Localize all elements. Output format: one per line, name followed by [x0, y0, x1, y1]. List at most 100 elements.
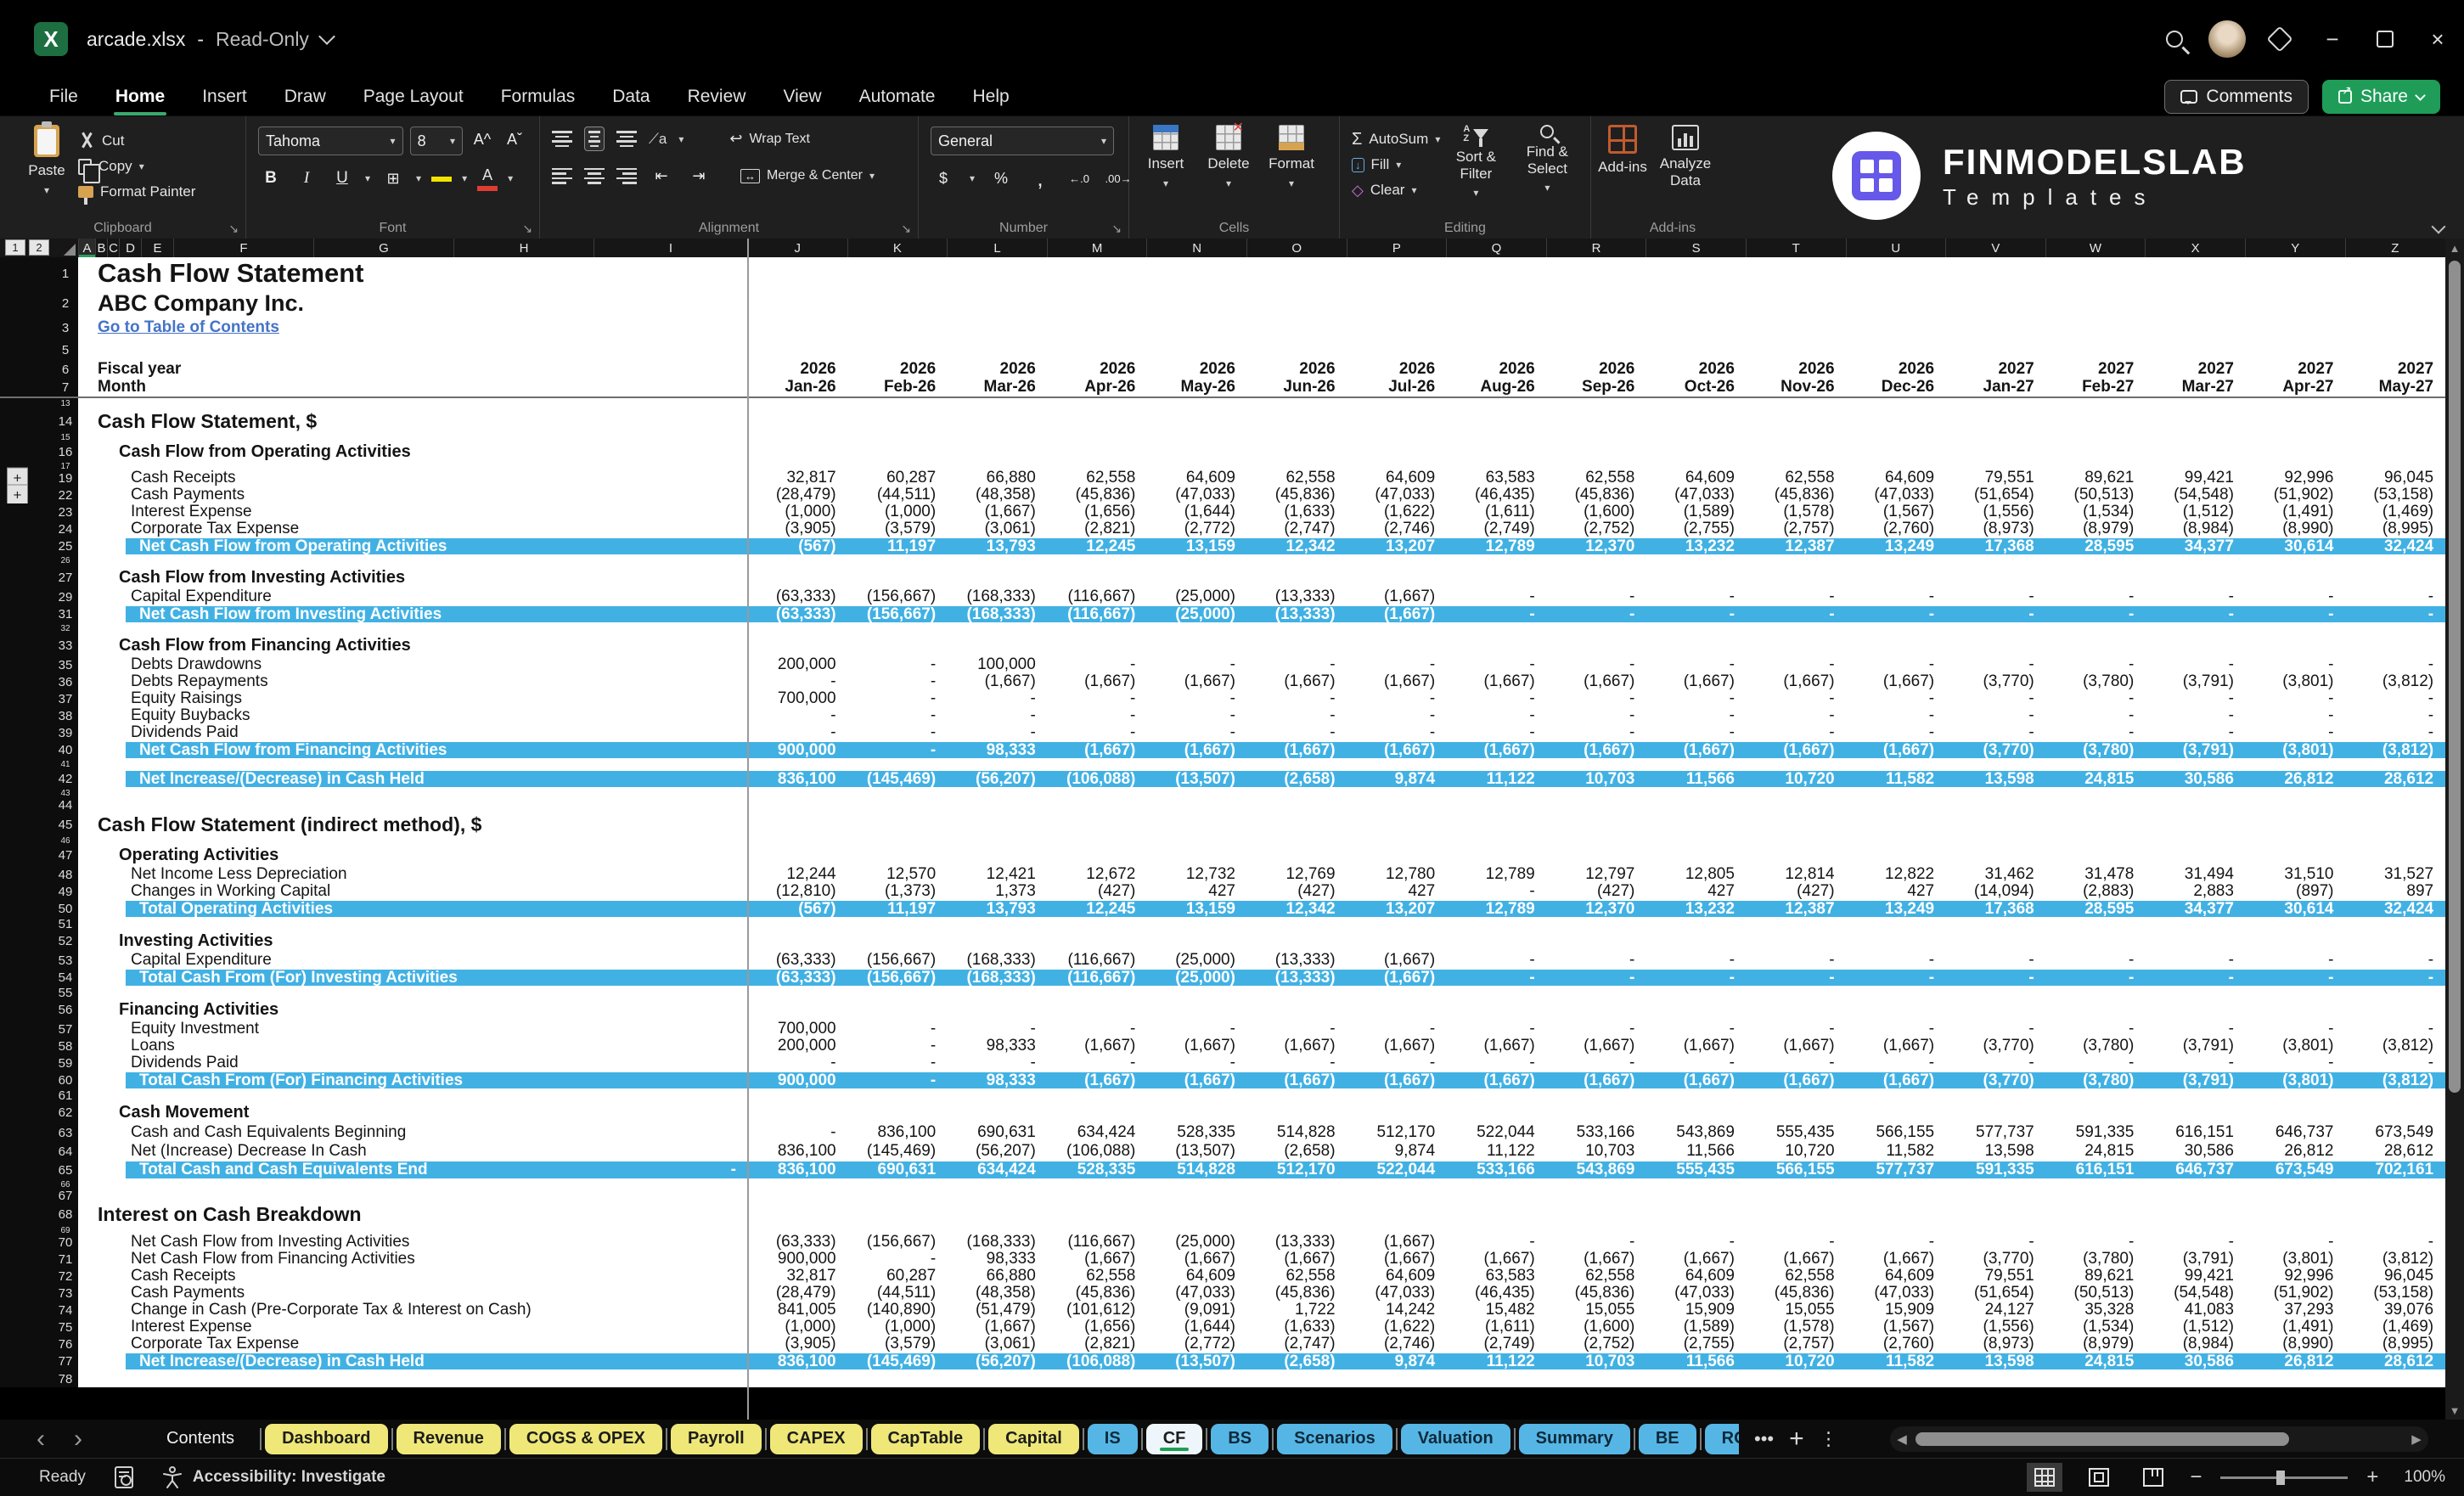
cell-T75[interactable]: (1,578) — [1746, 1319, 1846, 1336]
column-headers[interactable]: 12 ABCDEFGHIJKLMNOPQRSTUVWXYZ — [0, 239, 2445, 257]
cell-S77[interactable]: 11,566 — [1645, 1353, 1746, 1370]
cell-Y29[interactable]: - — [2245, 588, 2345, 605]
cell-S39[interactable]: - — [1645, 724, 1746, 741]
sheet-tab-cogs-opex[interactable]: COGS & OPEX — [509, 1424, 662, 1454]
wrap-text-button[interactable]: ↩ Wrap Text — [729, 130, 810, 148]
cell-J58[interactable]: 200,000 — [747, 1038, 847, 1055]
cell-X29[interactable]: - — [2145, 588, 2245, 605]
cell-S6[interactable]: 2026 — [1645, 361, 1746, 378]
cell-M31[interactable]: (116,667) — [1047, 605, 1147, 623]
cell-M76[interactable]: (2,821) — [1047, 1336, 1147, 1353]
page-break-view-button[interactable] — [2135, 1463, 2171, 1492]
cell-O65[interactable]: 512,170 — [1246, 1161, 1347, 1179]
cell-M37[interactable]: - — [1047, 690, 1147, 707]
cell-Z25[interactable]: 32,424 — [2345, 537, 2445, 555]
cell-P37[interactable]: - — [1347, 690, 1447, 707]
cell-J71[interactable]: 900,000 — [747, 1251, 847, 1268]
cell-K24[interactable]: (3,579) — [847, 520, 948, 537]
cell-S64[interactable]: 11,566 — [1645, 1142, 1746, 1161]
cell-J23[interactable]: (1,000) — [747, 503, 847, 520]
cell-L58[interactable]: 98,333 — [947, 1038, 1047, 1055]
cell-O40[interactable]: (1,667) — [1246, 741, 1347, 759]
cell-R65[interactable]: 543,869 — [1546, 1161, 1646, 1179]
cell-U53[interactable]: - — [1846, 952, 1946, 969]
cell-J50[interactable]: (567) — [747, 900, 847, 918]
cell-U38[interactable]: - — [1846, 707, 1946, 724]
tab-scroll-left-icon[interactable]: ‹ — [22, 1425, 59, 1454]
cell-J22[interactable]: (28,479) — [747, 486, 847, 503]
outline-level-button-2[interactable]: 2 — [29, 239, 49, 256]
cell-P57[interactable]: - — [1347, 1021, 1447, 1038]
cell-S76[interactable]: (2,755) — [1645, 1336, 1746, 1353]
cell-X75[interactable]: (1,512) — [2145, 1319, 2245, 1336]
cell-J19[interactable]: 32,817 — [747, 470, 847, 486]
column-header-N[interactable]: N — [1146, 239, 1246, 257]
row-number-70[interactable]: 70 — [53, 1234, 78, 1251]
sheet-row-78[interactable]: 78 — [0, 1370, 2445, 1387]
cell-W36[interactable]: (3,780) — [2045, 673, 2146, 690]
cell-Z38[interactable]: - — [2345, 707, 2445, 724]
cell-Z77[interactable]: 28,612 — [2345, 1353, 2445, 1370]
cell-K63[interactable]: 836,100 — [847, 1123, 948, 1142]
row-number-47[interactable]: 47 — [53, 844, 78, 866]
cell-R48[interactable]: 12,797 — [1546, 866, 1646, 883]
accessibility-status[interactable]: Accessibility: Investigate — [162, 1466, 385, 1488]
cell-M7[interactable]: Apr-26 — [1047, 378, 1147, 396]
sheet-row-48[interactable]: 48Net Income Less Depreciation12,24412,5… — [0, 866, 2445, 883]
sheet-row-31[interactable]: 31Net Cash Flow from Investing Activitie… — [0, 605, 2445, 623]
sheet-row-50[interactable]: 50Total Operating Activities(567)11,1971… — [0, 900, 2445, 918]
cell-T48[interactable]: 12,814 — [1746, 866, 1846, 883]
cell-T24[interactable]: (2,757) — [1746, 520, 1846, 537]
cell-Q60[interactable]: (1,667) — [1446, 1071, 1546, 1089]
sheet-row-74[interactable]: 74Change in Cash (Pre-Corporate Tax & In… — [0, 1302, 2445, 1319]
row-number-15[interactable]: 15 — [53, 434, 78, 441]
cell-P7[interactable]: Jul-26 — [1347, 378, 1447, 396]
cell-J35[interactable]: 200,000 — [747, 656, 847, 673]
cell-S57[interactable]: - — [1645, 1021, 1746, 1038]
sheet-row-51[interactable]: 51 — [0, 918, 2445, 930]
cell-U35[interactable]: - — [1846, 656, 1946, 673]
cell-R75[interactable]: (1,600) — [1546, 1319, 1646, 1336]
scroll-right-icon[interactable]: ▶ — [2405, 1431, 2428, 1447]
cell-N7[interactable]: May-26 — [1146, 378, 1246, 396]
cell-V75[interactable]: (1,556) — [1945, 1319, 2045, 1336]
cell-R19[interactable]: 62,558 — [1546, 470, 1646, 486]
cell-O76[interactable]: (2,747) — [1246, 1336, 1347, 1353]
align-left-icon[interactable] — [552, 168, 572, 184]
cell-J72[interactable]: 32,817 — [747, 1268, 847, 1285]
cell-R22[interactable]: (45,836) — [1546, 486, 1646, 503]
cell-P24[interactable]: (2,746) — [1347, 520, 1447, 537]
cell-W48[interactable]: 31,478 — [2045, 866, 2146, 883]
cell-W37[interactable]: - — [2045, 690, 2146, 707]
cell-T39[interactable]: - — [1746, 724, 1846, 741]
cell-Z31[interactable]: - — [2345, 605, 2445, 623]
cell-P60[interactable]: (1,667) — [1347, 1071, 1447, 1089]
cell-T7[interactable]: Nov-26 — [1746, 378, 1846, 396]
cell-L77[interactable]: (56,207) — [947, 1353, 1047, 1370]
search-button[interactable] — [2148, 0, 2201, 78]
cell-W39[interactable]: - — [2045, 724, 2146, 741]
cell-R74[interactable]: 15,055 — [1546, 1302, 1646, 1319]
cell-S74[interactable]: 15,909 — [1645, 1302, 1746, 1319]
share-button[interactable]: Share — [2322, 80, 2440, 114]
cell-N25[interactable]: 13,159 — [1146, 537, 1246, 555]
cell-P40[interactable]: (1,667) — [1347, 741, 1447, 759]
ribbon-tab-formulas[interactable]: Formulas — [482, 82, 594, 112]
cell-Y49[interactable]: (897) — [2245, 883, 2345, 900]
column-header-P[interactable]: P — [1347, 239, 1447, 257]
sheet-tab-roic[interactable]: ROIC — [1705, 1424, 1739, 1454]
column-header-R[interactable]: R — [1546, 239, 1646, 257]
row-number-17[interactable]: 17 — [53, 463, 78, 470]
row-number-62[interactable]: 62 — [53, 1101, 78, 1123]
cell-W71[interactable]: (3,780) — [2045, 1251, 2146, 1268]
cell-T19[interactable]: 62,558 — [1746, 470, 1846, 486]
cell-L65[interactable]: 634,424 — [947, 1161, 1047, 1179]
row-number-56[interactable]: 56 — [53, 998, 78, 1021]
cell-K72[interactable]: 60,287 — [847, 1268, 948, 1285]
cell-O59[interactable]: - — [1246, 1055, 1347, 1071]
cell-Y74[interactable]: 37,293 — [2245, 1302, 2345, 1319]
sheet-row-42[interactable]: 42Net Increase/(Decrease) in Cash Held83… — [0, 770, 2445, 788]
cell-L60[interactable]: 98,333 — [947, 1071, 1047, 1089]
cell-Z53[interactable]: - — [2345, 952, 2445, 969]
sheet-row-37[interactable]: 37Equity Raisings700,000---------------- — [0, 690, 2445, 707]
